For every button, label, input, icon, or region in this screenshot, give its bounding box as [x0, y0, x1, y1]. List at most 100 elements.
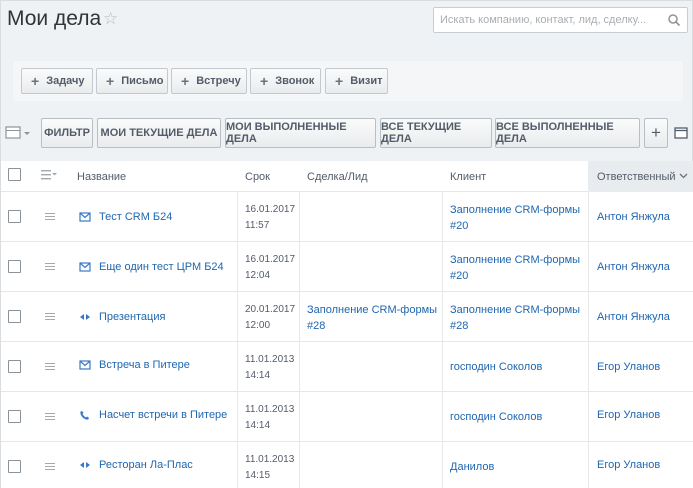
- row-drag-icon[interactable]: [45, 213, 55, 220]
- add-visit-label: Визит: [350, 75, 383, 87]
- activity-date: 16.01.2017: [245, 254, 296, 265]
- add-task-label: Задачу: [46, 75, 85, 87]
- call-icon: [80, 411, 89, 420]
- row-drag-icon[interactable]: [45, 413, 55, 420]
- add-email-label: Письмо: [121, 75, 164, 87]
- fullscreen-icon[interactable]: [674, 126, 688, 140]
- activity-time: 12:04: [245, 270, 271, 281]
- activity-name-link[interactable]: Насчет встречи в Питере: [99, 409, 227, 421]
- activity-name-link[interactable]: Ресторан Ла-Плас: [99, 459, 193, 471]
- table-row[interactable]: Ресторан Ла-Плас 11.01.2013 14:15 Данило…: [1, 442, 693, 488]
- responsible-link[interactable]: Егор Уланов: [597, 361, 660, 373]
- column-settings-icon[interactable]: [41, 170, 57, 180]
- add-visit-button[interactable]: + Визит: [325, 68, 388, 94]
- activity-name-link[interactable]: Презентация: [99, 311, 165, 323]
- row-drag-icon[interactable]: [45, 363, 55, 370]
- activity-name-link[interactable]: Встреча в Питере: [99, 359, 190, 371]
- row-checkbox[interactable]: [8, 310, 21, 323]
- action-toolbar: + Задачу + Письмо + Встречу + Звонок + Визит: [13, 61, 683, 101]
- row-drag-icon[interactable]: [45, 263, 55, 270]
- column-responsible[interactable]: Ответственный: [597, 171, 676, 183]
- add-email-button[interactable]: + Письмо: [96, 68, 168, 94]
- row-checkbox[interactable]: [8, 410, 21, 423]
- client-link-number[interactable]: #28: [450, 318, 468, 334]
- column-deadline[interactable]: Срок: [245, 171, 270, 183]
- add-task-button[interactable]: + Задачу: [21, 68, 93, 94]
- crm-activities-page: Мои дела ☆ + Задачу + Письмо + Встречу + Зво…: [0, 0, 693, 488]
- plus-icon: +: [31, 73, 40, 89]
- activity-date: 11.01.2013: [245, 454, 295, 465]
- activity-time: 14:14: [245, 420, 271, 431]
- client-link[interactable]: Заполнение CRM-формы: [450, 202, 580, 218]
- meeting-icon: [80, 314, 90, 320]
- table-header: Название Срок Сделка/Лид Клиент Ответств…: [1, 161, 693, 192]
- search-box[interactable]: [433, 7, 688, 33]
- plus-icon: +: [335, 73, 344, 89]
- add-filter-button[interactable]: +: [644, 118, 668, 148]
- filter-my-current[interactable]: Мои текущие дела: [97, 118, 221, 148]
- add-meeting-label: Встречу: [196, 75, 241, 87]
- search-input[interactable]: [440, 12, 660, 28]
- filter-all-completed[interactable]: Все выполненные дела: [495, 118, 640, 148]
- plus-icon: +: [260, 73, 269, 89]
- page-title: Мои дела: [7, 7, 102, 30]
- activities-table: Название Срок Сделка/Лид Клиент Ответств…: [1, 161, 693, 488]
- row-checkbox[interactable]: [8, 260, 21, 273]
- row-checkbox[interactable]: [8, 210, 21, 223]
- client-link[interactable]: господин Соколов: [450, 359, 542, 375]
- filter-button[interactable]: Фильтр: [41, 118, 93, 148]
- client-link[interactable]: господин Соколов: [450, 409, 542, 425]
- activity-name-link[interactable]: Еще один тест ЦРМ Б24: [99, 261, 224, 273]
- table-row[interactable]: Презентация 20.01.2017 12:00 Заполнение …: [1, 292, 693, 342]
- activity-date: 16.01.2017: [245, 204, 296, 215]
- search-icon[interactable]: [667, 13, 681, 27]
- filter-bar: Фильтр Мои текущие дела Мои выполненные …: [1, 113, 693, 155]
- grid-settings-icon[interactable]: [5, 125, 33, 141]
- activity-time: 14:15: [245, 470, 271, 481]
- add-meeting-button[interactable]: + Встречу: [171, 68, 247, 94]
- activity-time: 11:57: [245, 220, 270, 231]
- responsible-link[interactable]: Егор Уланов: [597, 459, 660, 471]
- responsible-link[interactable]: Егор Уланов: [597, 409, 660, 421]
- star-icon[interactable]: ☆: [103, 9, 118, 29]
- client-link[interactable]: Заполнение CRM-формы: [450, 302, 580, 318]
- plus-icon: +: [106, 73, 115, 89]
- activity-date: 11.01.2013: [245, 354, 295, 365]
- table-row[interactable]: Встреча в Питере 11.01.2013 14:14 господ…: [1, 342, 693, 392]
- responsible-link[interactable]: Антон Янжула: [597, 261, 670, 273]
- client-link-number[interactable]: #20: [450, 268, 468, 284]
- column-deal[interactable]: Сделка/Лид: [307, 171, 368, 183]
- activity-time: 14:14: [245, 370, 271, 381]
- deal-link-number[interactable]: #28: [307, 318, 325, 334]
- email-icon: [79, 262, 91, 272]
- row-checkbox[interactable]: [8, 360, 21, 373]
- row-drag-icon[interactable]: [45, 463, 55, 470]
- activity-date: 11.01.2013: [245, 404, 295, 415]
- meeting-icon: [80, 462, 90, 468]
- email-icon: [79, 360, 91, 370]
- table-row[interactable]: Тест CRM Б24 16.01.2017 11:57 Заполнение…: [1, 192, 693, 242]
- table-row[interactable]: Насчет встречи в Питере 11.01.2013 14:14…: [1, 392, 693, 442]
- table-row[interactable]: Еще один тест ЦРМ Б24 16.01.2017 12:04 З…: [1, 242, 693, 292]
- select-all-checkbox[interactable]: [8, 168, 21, 181]
- email-icon: [79, 212, 91, 222]
- client-link[interactable]: Заполнение CRM-формы: [450, 252, 580, 268]
- client-link-number[interactable]: #20: [450, 218, 468, 234]
- filter-my-completed[interactable]: Мои выполненные дела: [225, 118, 376, 148]
- filter-all-current[interactable]: Все текущие дела: [380, 118, 492, 148]
- column-name[interactable]: Название: [77, 171, 126, 183]
- row-drag-icon[interactable]: [45, 313, 55, 320]
- responsible-link[interactable]: Антон Янжула: [597, 211, 670, 223]
- column-client[interactable]: Клиент: [450, 171, 486, 183]
- row-checkbox[interactable]: [8, 460, 21, 473]
- plus-icon: +: [181, 73, 190, 89]
- responsible-link[interactable]: Антон Янжула: [597, 311, 670, 323]
- add-call-label: Звонок: [275, 75, 315, 87]
- deal-link[interactable]: Заполнение CRM-формы: [307, 302, 437, 318]
- sort-chevron-down-icon[interactable]: [679, 173, 688, 179]
- activity-time: 12:00: [245, 320, 271, 331]
- activity-date: 20.01.2017: [245, 304, 296, 315]
- client-link[interactable]: Данилов: [450, 459, 494, 475]
- add-call-button[interactable]: + Звонок: [250, 68, 321, 94]
- activity-name-link[interactable]: Тест CRM Б24: [99, 211, 172, 223]
